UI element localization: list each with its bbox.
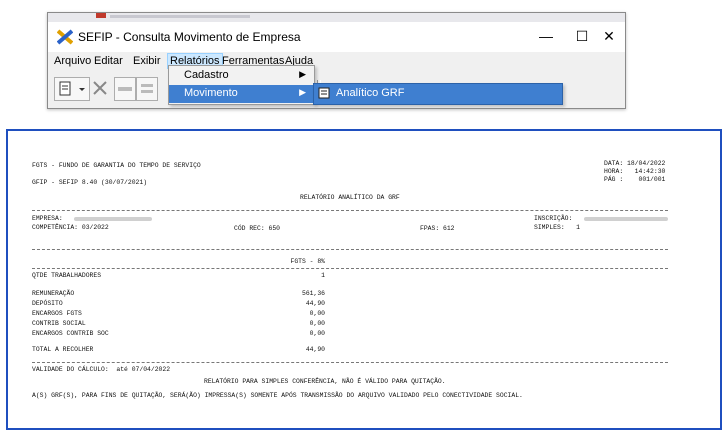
- simples: SIMPLES: 1: [534, 224, 581, 231]
- toolbar-button-4[interactable]: [136, 77, 158, 101]
- row-label-deposito: DEPÓSITO: [32, 300, 63, 307]
- grf-report: FGTS - FUNDO DE GARANTIA DO TEMPO DE SER…: [8, 131, 720, 428]
- report-document-icon: [318, 87, 330, 99]
- row-label-qtde: QTDE TRABALHADORES: [32, 272, 102, 279]
- title-bar: SEFIP - Consulta Movimento de Empresa — …: [48, 22, 625, 52]
- menu-item-cadastro-label: Cadastro: [184, 69, 229, 81]
- x-icon: [93, 81, 107, 95]
- fpas: FPAS: 612: [420, 225, 455, 232]
- report-divider: [32, 210, 668, 211]
- row-value-encargos-contrib-soc: 0,00: [309, 330, 325, 337]
- delete-button[interactable]: [90, 77, 110, 99]
- row-value-contrib-social: 0,00: [309, 320, 325, 327]
- redacted-empresa: [74, 217, 152, 221]
- report-page: PÁG : 001/001: [604, 176, 666, 183]
- menu-arquivo[interactable]: Arquivo: [54, 55, 91, 67]
- movimento-submenu[interactable]: Analítico GRF: [313, 83, 563, 105]
- competencia: COMPETÊNCIA: 03/2022: [32, 224, 109, 231]
- menu-bar: Arquivo Editar Exibir Relatórios Ferrame…: [48, 52, 625, 72]
- toolbar-button-3[interactable]: [114, 77, 136, 101]
- background-icon: [96, 13, 106, 18]
- submenu-arrow-icon: ▶: [299, 69, 306, 79]
- sefip-app-icon: [57, 29, 73, 45]
- cod-rec: CÓD REC: 650: [234, 225, 281, 232]
- submenu-analitico-grf: Analítico GRF: [336, 87, 405, 99]
- row-label-remuneracao: REMUNERAÇÃO: [32, 290, 75, 297]
- close-button[interactable]: ✕: [591, 25, 625, 47]
- row-value-deposito: 44,90: [305, 300, 325, 307]
- minimize-button[interactable]: —: [528, 25, 564, 47]
- row-value-total: 44,90: [305, 346, 325, 353]
- report-time: HORA: 14:42:30: [604, 168, 666, 175]
- report-date: DATA: 18/04/2022: [604, 160, 666, 167]
- report-icon: [118, 87, 132, 91]
- background-title-blur: [110, 15, 250, 18]
- validade-calculo: VALIDADE DO CÁLCULO: até 07/04/2022: [32, 366, 171, 373]
- report-window: FGTS - FUNDO DE GARANTIA DO TEMPO DE SER…: [6, 129, 722, 430]
- row-label-encargos-contrib-soc: ENCARGOS CONTRIB SOC: [32, 330, 109, 337]
- report-divider: [32, 249, 668, 250]
- submenu-arrow-icon: ▶: [299, 87, 306, 97]
- report-org: FGTS - FUNDO DE GARANTIA DO TEMPO DE SER…: [32, 162, 201, 169]
- background-window-strip: [48, 13, 625, 22]
- list-icon: [141, 84, 153, 93]
- menu-item-cadastro[interactable]: Cadastro ▶: [169, 67, 314, 85]
- menu-exibir[interactable]: Exibir: [133, 55, 161, 67]
- redacted-inscricao: [584, 217, 668, 221]
- fgts-header: FGTS - 8%: [290, 258, 325, 265]
- relatorios-dropdown: Cadastro ▶ Movimento ▶: [168, 65, 315, 105]
- sefip-window: SEFIP - Consulta Movimento de Empresa — …: [47, 12, 626, 109]
- inscricao-label: INSCRIÇÃO:: [534, 215, 573, 222]
- empresa-label: EMPRESA:: [32, 215, 63, 222]
- row-label-total: TOTAL A RECOLHER: [32, 346, 94, 353]
- report-divider: [32, 268, 668, 269]
- menu-item-movimento[interactable]: Movimento ▶: [169, 85, 314, 103]
- row-value-qtde: 1: [321, 272, 325, 279]
- aviso-conferencia: RELATÓRIO PARA SIMPLES CONFERÊNCIA, NÃO …: [204, 378, 446, 385]
- row-value-remuneracao: 561,36: [301, 290, 325, 297]
- row-label-encargos-fgts: ENCARGOS FGTS: [32, 310, 82, 317]
- document-icon: [59, 81, 85, 96]
- report-title: RELATÓRIO ANALÍTICO DA GRF: [300, 194, 400, 201]
- menu-item-movimento-label: Movimento: [184, 87, 238, 99]
- aviso-quitacao: A(S) GRF(S), PARA FINS DE QUITAÇÃO, SERÁ…: [32, 392, 523, 399]
- report-divider: [32, 362, 668, 363]
- row-label-contrib-social: CONTRIB SOCIAL: [32, 320, 86, 327]
- window-title: SEFIP - Consulta Movimento de Empresa: [78, 30, 301, 44]
- menu-editar[interactable]: Editar: [94, 55, 123, 67]
- row-value-encargos-fgts: 0,00: [309, 310, 325, 317]
- new-document-button[interactable]: [54, 77, 90, 101]
- report-version: GFIP - SEFIP 8.40 (30/07/2021): [32, 179, 148, 186]
